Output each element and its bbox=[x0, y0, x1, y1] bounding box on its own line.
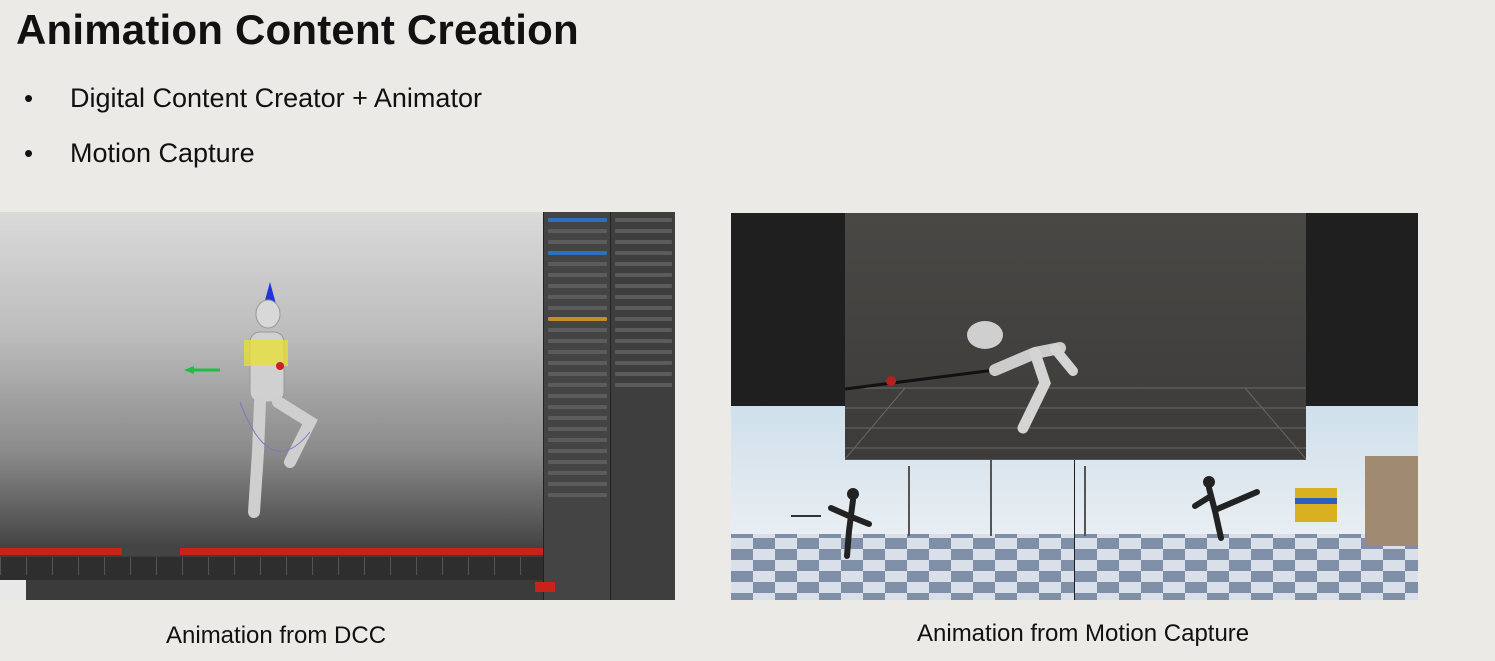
bullet-icon: • bbox=[24, 83, 34, 113]
bullet-list: • Digital Content Creator + Animator • M… bbox=[24, 80, 482, 190]
rigged-character-figure bbox=[184, 282, 318, 518]
bullet-text: Digital Content Creator + Animator bbox=[70, 83, 482, 113]
slide-title: Animation Content Creation bbox=[16, 6, 579, 53]
character-leg-icon bbox=[272, 396, 318, 468]
character-leg-icon bbox=[248, 396, 266, 518]
timeline-slider bbox=[122, 546, 180, 556]
dcc-status-field bbox=[0, 580, 26, 600]
mocap-3d-scene bbox=[844, 213, 1307, 460]
mocap-caption: Animation from Motion Capture bbox=[917, 620, 1250, 647]
dcc-screenshot-image bbox=[0, 212, 675, 600]
mocap-character-figure-icon bbox=[844, 321, 1307, 460]
bullet-item: • Digital Content Creator + Animator bbox=[24, 80, 482, 135]
dcc-caption: Animation from DCC bbox=[166, 622, 387, 649]
dcc-layer-panel bbox=[610, 212, 675, 600]
mocap-screenshot-image bbox=[731, 213, 1418, 600]
timeline-bar bbox=[0, 548, 543, 555]
dcc-command-panel bbox=[543, 212, 611, 600]
rig-joint-icon bbox=[276, 362, 284, 370]
rig-selection-icon bbox=[244, 340, 288, 366]
bullet-text: Motion Capture bbox=[70, 138, 255, 168]
character-head-icon bbox=[255, 299, 281, 329]
bullet-icon: • bbox=[24, 138, 34, 168]
auto-key-indicator bbox=[535, 582, 555, 592]
dcc-status-bar bbox=[0, 580, 543, 600]
axis-head-green-icon bbox=[184, 366, 194, 374]
timeline-ruler bbox=[0, 557, 543, 575]
bullet-item: • Motion Capture bbox=[24, 135, 482, 190]
